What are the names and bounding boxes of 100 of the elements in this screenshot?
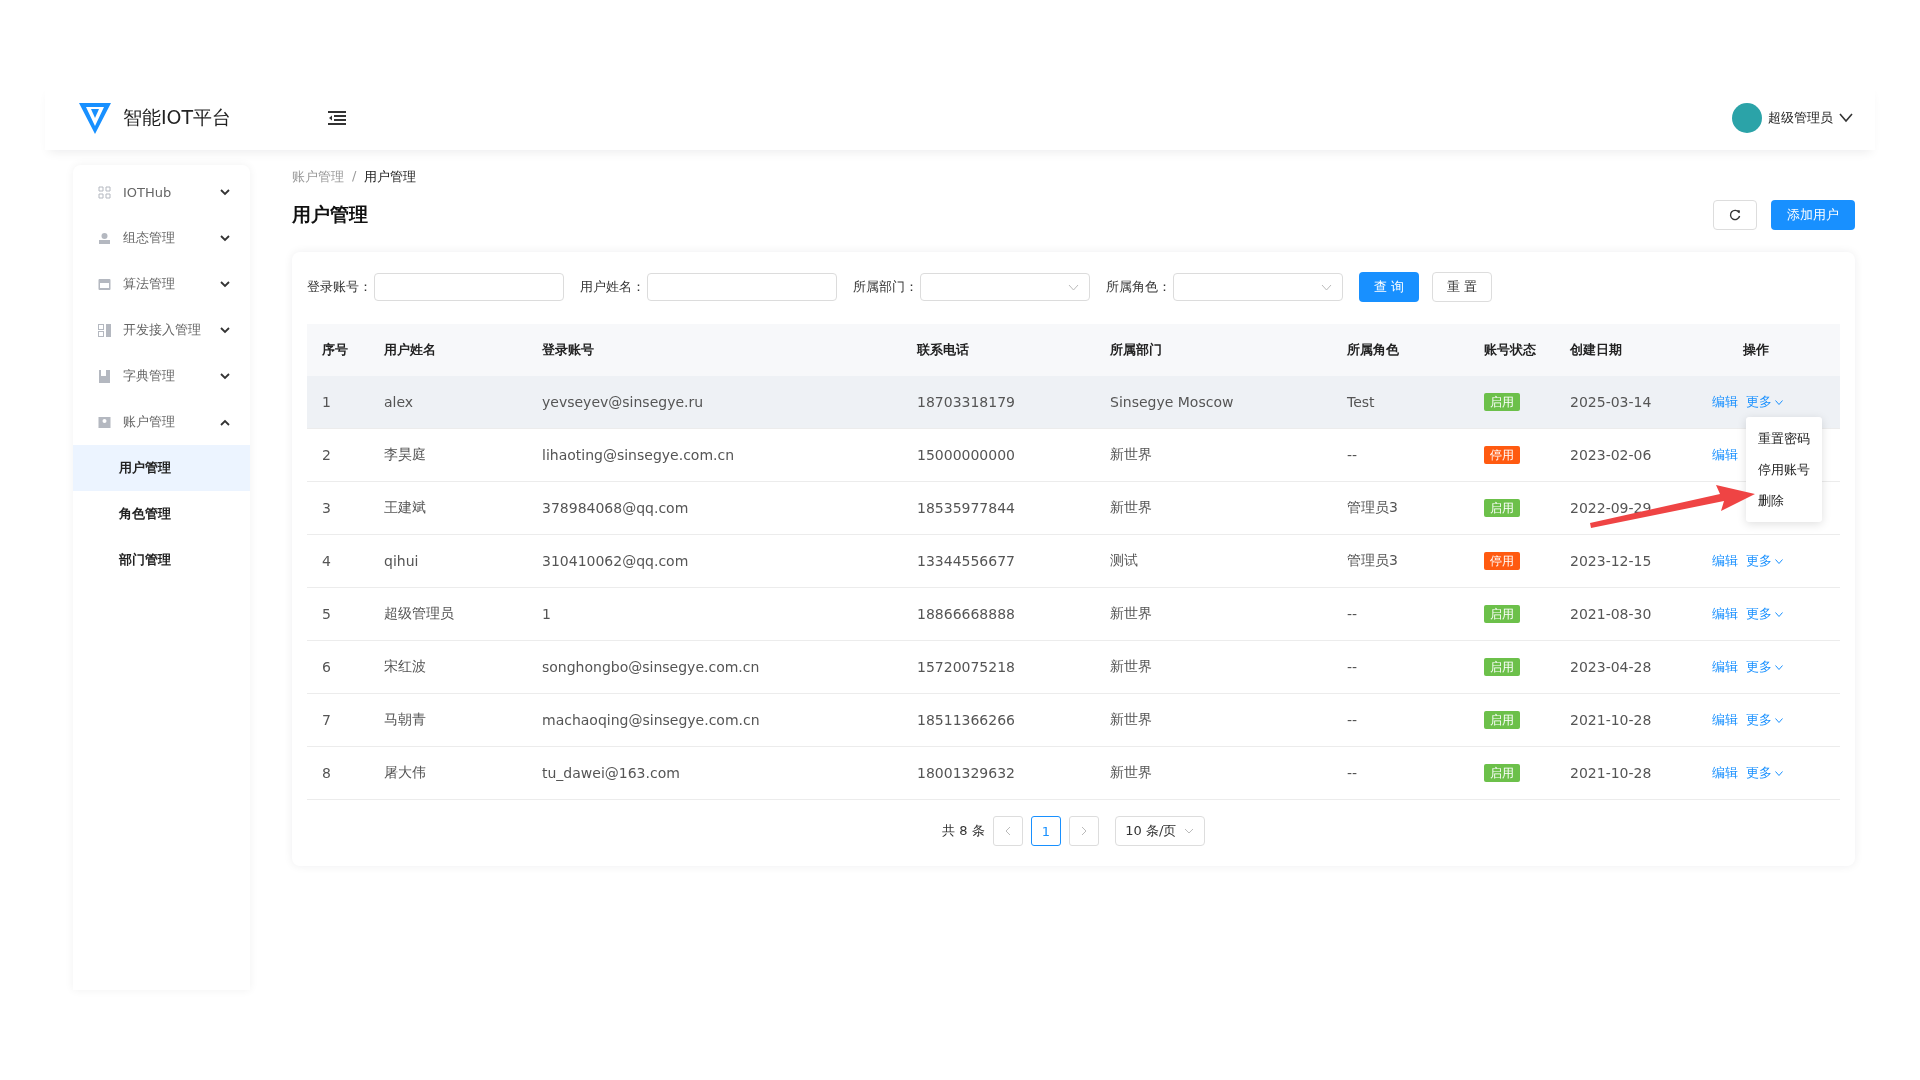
status-tag: 启用 [1484,393,1520,411]
table-cell: 15720075218 [917,659,1015,675]
reset-button[interactable]: 重 置 [1432,272,1492,302]
column-header: 序号 [322,342,348,357]
more-link[interactable]: 更多 [1746,605,1783,623]
table-cell: 李昊庭 [384,446,426,462]
breadcrumb-link[interactable]: 用户管理 [364,168,417,186]
total-count: 共 8 条 [942,822,985,840]
table-cell: 2022-09-29 [1570,500,1652,516]
table-cell: Sinsegye Moscow [1110,394,1234,410]
edit-link[interactable]: 编辑 [1712,659,1738,674]
table-cell: 新世界 [1110,499,1152,515]
menu-icon[interactable] [328,110,346,125]
table-cell: lihaoting@sinsegye.com.cn [542,447,735,463]
chevron-down-icon [1775,611,1783,617]
sidebar-subitem[interactable]: 用户管理 [73,445,250,491]
sidebar-subitem[interactable]: 角色管理 [73,491,250,537]
table-cell: 15000000000 [917,447,1015,463]
more-link[interactable]: 更多 [1746,552,1783,570]
edit-link[interactable]: 编辑 [1712,553,1738,568]
table-cell: 13344556677 [917,553,1015,569]
table-row[interactable]: 8 屠大伟 tu_dawei@163.com 18001329632 新世界 -- 启用 2021-10-28 编辑 更多 [307,746,1840,800]
filter-label: 所属部门： [853,278,918,296]
chevron-left-icon [1004,826,1011,836]
table-cell: 18703318179 [917,394,1015,410]
table-cell: 新世界 [1110,446,1152,462]
more-link[interactable]: 更多 [1746,658,1783,676]
sidebar-item[interactable]: 算法管理 [73,261,250,307]
chevron-down-icon [1775,717,1783,723]
input-field[interactable] [647,273,837,301]
refresh-icon [1729,209,1741,221]
sidebar-item[interactable]: 开发接入管理 [73,307,250,353]
column-header: 创建日期 [1570,342,1622,357]
table-cell: 18511366266 [917,712,1015,728]
table-cell: 2021-08-30 [1570,606,1652,622]
page-button[interactable]: 1 [1030,816,1061,846]
book-icon [98,369,111,383]
sidebar-subitem[interactable]: 部门管理 [73,537,250,583]
table-row[interactable]: 6 宋红波 songhongbo@sinsegye.com.cn 15720075218 新世界 -- 启用 2023-04-28 编辑 更多 [307,640,1840,694]
table-cell: 屠大伟 [384,764,426,780]
select-field[interactable] [920,273,1090,301]
table-cell: 1 [322,394,331,410]
table-cell: 2021-10-28 [1570,765,1652,781]
page-size-select[interactable]: 10 条/页 [1114,816,1205,846]
sidebar-item[interactable]: 字典管理 [73,353,250,399]
table-row[interactable]: 7 马朝青 machaoqing@sinsegye.com.cn 18511366266 新世界 -- 启用 2021-10-28 编辑 更多 [307,693,1840,747]
edit-link[interactable]: 编辑 [1712,606,1738,621]
status-tag: 停用 [1484,446,1520,464]
table-cell: 310410062@qq.com [542,553,689,569]
filter-label: 登录账号： [307,278,372,296]
table-row[interactable]: 5 超级管理员 1 18866668888 新世界 -- 启用 2021-08-30 编辑 更多 [307,587,1840,641]
table-cell: 4 [322,553,331,569]
sidebar-item[interactable]: IOTHub [73,169,250,215]
chevron-down-icon [1775,558,1783,564]
grid-icon [98,185,111,199]
input-field[interactable] [374,273,564,301]
next-page-button[interactable] [1068,816,1099,846]
table-cell: 王建斌 [384,499,426,515]
column-header: 所属角色 [1347,342,1399,357]
user-menu[interactable]: 超级管理员 [1732,102,1853,133]
table-cell: 宋红波 [384,658,426,674]
more-link[interactable]: 更多 [1746,711,1783,729]
table-cell: -- [1347,765,1358,781]
status-tag: 停用 [1484,552,1520,570]
table-cell: machaoqing@sinsegye.com.cn [542,712,760,728]
id-card-icon [98,415,111,429]
edit-link[interactable]: 编辑 [1712,765,1738,780]
query-button[interactable]: 查 询 [1359,272,1419,302]
table-cell: qihui [384,553,419,569]
refresh-button[interactable] [1713,200,1757,230]
column-header: 用户姓名 [384,342,436,357]
add-user-button[interactable]: 添加用户 [1771,200,1855,230]
column-header: 登录账号 [542,342,594,357]
sidebar-item[interactable]: 组态管理 [73,215,250,261]
table-cell: 5 [322,606,331,622]
chevron-down-icon [1775,664,1783,670]
status-tag: 启用 [1484,711,1520,729]
table-cell: 1 [542,606,551,622]
menu-item[interactable]: 删除 [1746,485,1822,516]
breadcrumb-separator: / [352,168,357,185]
chevron-down-icon [1775,399,1783,405]
table-cell: 7 [322,712,331,728]
more-link[interactable]: 更多 [1746,764,1783,782]
table-cell: 新世界 [1110,711,1152,727]
chevron-down-icon [220,234,230,242]
select-field[interactable] [1173,273,1343,301]
table-cell: 378984068@qq.com [542,500,689,516]
table-cell: 管理员3 [1347,552,1398,568]
previous-page-button[interactable] [992,816,1023,846]
sidebar-item[interactable]: 账户管理 [73,399,250,445]
chevron-up-icon [220,418,230,426]
status-tag: 启用 [1484,605,1520,623]
edit-link[interactable]: 编辑 [1712,712,1738,727]
table-cell: 2 [322,447,331,463]
page-title: 用户管理 [292,202,368,227]
column-header: 所属部门 [1110,342,1162,357]
chevron-down-icon [1775,770,1783,776]
edit-link[interactable]: 编辑 [1712,447,1738,462]
table-row[interactable]: 4 qihui 310410062@qq.com 13344556677 测试 管理员3 停用 2023-12-15 编辑 更多 [307,534,1840,588]
table-cell: songhongbo@sinsegye.com.cn [542,659,760,675]
